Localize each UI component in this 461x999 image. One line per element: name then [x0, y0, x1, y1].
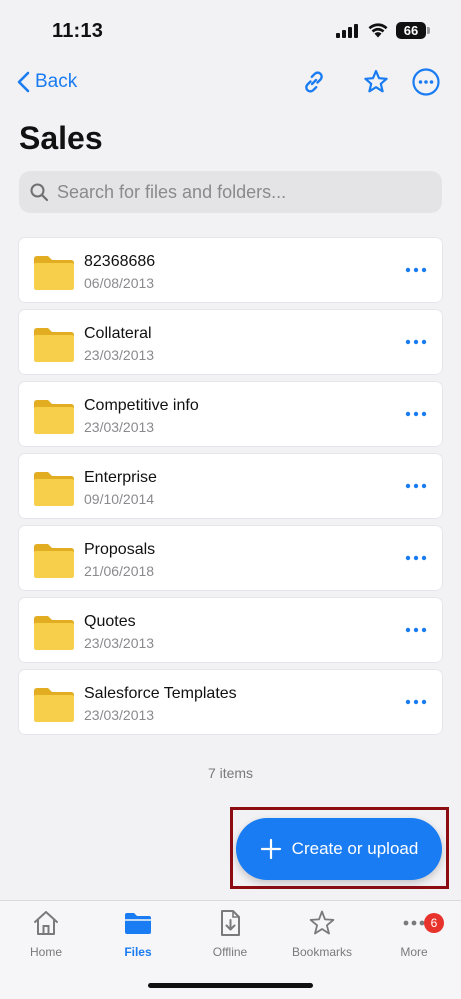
search-bar[interactable]	[19, 171, 442, 213]
item-name: Proposals	[84, 541, 156, 558]
tab-label: Files	[124, 945, 152, 959]
notification-badge: 6	[424, 913, 444, 933]
item-date: 21/06/2018	[84, 563, 155, 579]
tab-bookmarks[interactable]: Bookmarks	[276, 909, 368, 965]
list-item[interactable]: 82368686 06/08/2013	[19, 238, 442, 302]
item-name: Competitive info	[84, 397, 199, 414]
list-item[interactable]: Collateral 23/03/2013	[19, 310, 442, 374]
folder-icon	[125, 913, 151, 934]
tab-label: Home	[29, 945, 62, 959]
item-date: 23/03/2013	[84, 707, 155, 723]
folder-list: 82368686 06/08/2013 Collateral 23/03/201…	[19, 238, 442, 742]
item-date: 23/03/2013	[84, 419, 155, 435]
folder-icon	[34, 256, 74, 290]
back-button[interactable]: Back	[16, 68, 77, 96]
bookmark-star-icon[interactable]	[360, 66, 392, 98]
item-date: 23/03/2013	[84, 635, 155, 651]
item-more-icon[interactable]	[404, 692, 428, 712]
folder-icon	[34, 544, 74, 578]
navigation-bar: Back	[0, 62, 461, 102]
link-icon[interactable]	[298, 66, 330, 98]
item-date: 09/10/2014	[84, 491, 155, 507]
tab-label: Offline	[212, 945, 248, 959]
tab-more[interactable]: 6 More	[368, 909, 460, 965]
item-more-icon[interactable]	[404, 548, 428, 568]
chevron-left-icon	[17, 71, 30, 93]
cellular-signal-icon	[336, 24, 358, 38]
star-icon	[309, 910, 335, 935]
list-item[interactable]: Proposals 21/06/2018	[19, 526, 442, 590]
item-date: 06/08/2013	[84, 275, 155, 291]
item-name: Collateral	[84, 325, 152, 342]
folder-icon	[34, 688, 74, 722]
tab-label: More	[400, 945, 428, 959]
battery-level: 66	[396, 22, 426, 39]
item-more-icon[interactable]	[404, 620, 428, 640]
plus-icon	[260, 838, 281, 860]
folder-icon	[34, 472, 74, 506]
list-item[interactable]: Quotes 23/03/2013	[19, 598, 442, 662]
item-date: 23/03/2013	[84, 347, 155, 363]
back-button-label: Back	[35, 71, 78, 92]
battery-icon: 66	[396, 22, 430, 39]
folder-icon	[34, 616, 74, 650]
item-name: Quotes	[84, 613, 136, 630]
page-title: Sales	[19, 120, 103, 156]
wifi-icon	[368, 23, 388, 38]
search-input[interactable]	[57, 181, 417, 203]
item-more-icon[interactable]	[404, 332, 428, 352]
battery-tip	[427, 27, 430, 34]
item-name: Enterprise	[84, 469, 157, 486]
item-more-icon[interactable]	[404, 476, 428, 496]
folder-icon	[34, 328, 74, 362]
tab-home[interactable]: Home	[0, 909, 92, 965]
folder-icon	[34, 400, 74, 434]
search-icon	[30, 183, 49, 202]
list-item[interactable]: Salesforce Templates 23/03/2013	[19, 670, 442, 734]
item-name: Salesforce Templates	[84, 685, 237, 702]
item-name: 82368686	[84, 253, 156, 270]
items-count: 7 items	[207, 765, 254, 781]
home-icon	[34, 911, 58, 935]
tab-label: Bookmarks	[291, 945, 353, 959]
create-or-upload-label: Create or upload	[291, 839, 419, 858]
list-item[interactable]: Competitive info 23/03/2013	[19, 382, 442, 446]
create-or-upload-button[interactable]: Create or upload	[236, 818, 442, 880]
more-options-icon[interactable]	[410, 66, 442, 98]
tab-files[interactable]: Files	[92, 909, 184, 965]
list-item[interactable]: Enterprise 09/10/2014	[19, 454, 442, 518]
tab-offline[interactable]: Offline	[184, 909, 276, 965]
item-more-icon[interactable]	[404, 260, 428, 280]
offline-icon	[221, 910, 240, 936]
home-indicator	[148, 983, 313, 988]
item-more-icon[interactable]	[404, 404, 428, 424]
status-bar: 11:13 66	[0, 0, 461, 60]
status-time: 11:13	[52, 20, 104, 42]
